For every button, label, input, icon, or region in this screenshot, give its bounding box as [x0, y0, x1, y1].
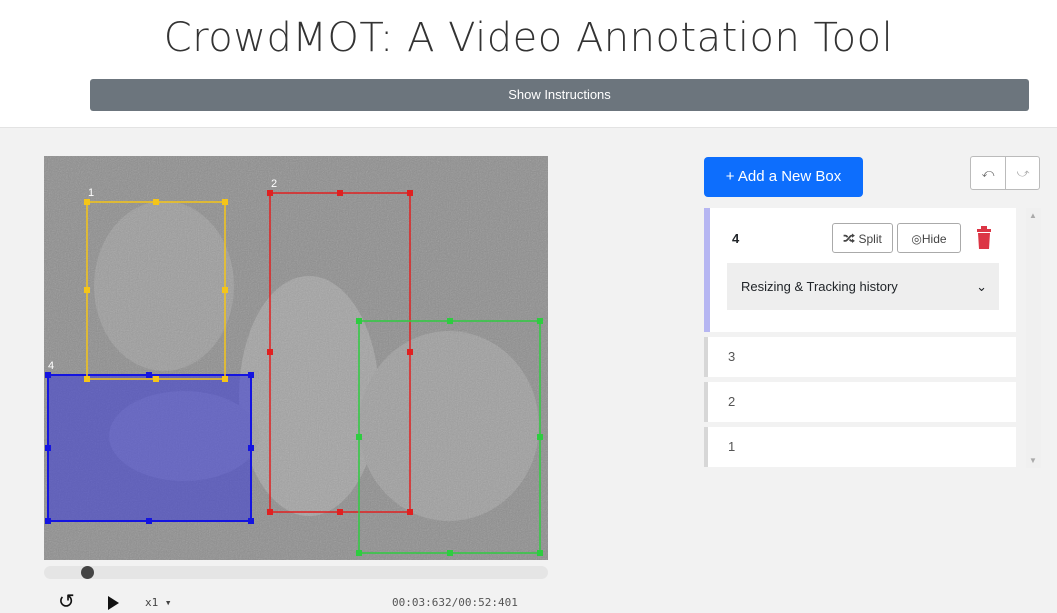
chevron-down-icon: ▾: [164, 596, 172, 609]
show-instructions-button[interactable]: Show Instructions: [90, 79, 1029, 111]
scroll-up-icon[interactable]: ▲: [1029, 211, 1037, 220]
page-title: CrowdMOT: A Video Annotation Tool: [163, 15, 894, 61]
split-label: Split: [858, 232, 882, 246]
undo-redo-group: ⤺ ⤻: [970, 156, 1040, 190]
timeline-slider[interactable]: [44, 566, 548, 579]
box-card-id: 2: [728, 394, 736, 409]
history-label: Resizing & Tracking history: [741, 279, 898, 294]
box-card-4[interactable]: 4 🔀︎ Split ◎Hide Resizing & Tracking his…: [704, 208, 1016, 332]
eye-slash-icon: ◎: [911, 232, 922, 246]
play-icon[interactable]: [108, 596, 119, 610]
total-time: 00:52:401: [458, 596, 518, 609]
redo-icon[interactable]: ⤻: [1006, 157, 1040, 189]
replay-icon[interactable]: ↺: [58, 591, 80, 613]
hide-button[interactable]: ◎Hide: [897, 223, 961, 253]
box-card-id: 1: [728, 439, 736, 454]
box-4-label: 4: [48, 360, 54, 372]
scroll-down-icon[interactable]: ▼: [1029, 456, 1037, 465]
box-card-3[interactable]: 3: [704, 337, 1016, 377]
speed-value: x1: [145, 596, 159, 609]
video-frame: 4 1 2: [44, 156, 548, 560]
box-card-id: 3: [728, 349, 736, 364]
undo-icon[interactable]: ⤺: [971, 157, 1006, 189]
box-2-label: 2: [271, 178, 277, 190]
header: CrowdMOT: A Video Annotation Tool Show I…: [0, 0, 1057, 128]
timeline-handle[interactable]: [81, 566, 94, 579]
current-time: 00:03:632: [392, 596, 452, 609]
split-button[interactable]: 🔀︎ Split: [832, 223, 893, 253]
chevron-down-icon: ⌄: [976, 279, 987, 294]
box-card-1[interactable]: 1: [704, 427, 1016, 467]
list-scrollbar[interactable]: ▲ ▼: [1026, 208, 1041, 468]
time-display: 00:03:632/00:52:401: [392, 596, 518, 609]
hide-label: Hide: [921, 232, 947, 246]
box-card-id: 4: [732, 231, 740, 246]
bounding-box-4[interactable]: 4: [45, 360, 254, 524]
box-list: 4 🔀︎ Split ◎Hide Resizing & Tracking his…: [704, 208, 1016, 468]
history-accordion[interactable]: Resizing & Tracking history ⌄: [727, 263, 999, 310]
box-1-label: 1: [88, 187, 94, 199]
split-icon: 🔀︎: [843, 232, 856, 246]
add-new-box-button[interactable]: + Add a New Box: [704, 157, 863, 197]
video-canvas[interactable]: 4 1 2: [44, 156, 548, 560]
trash-icon[interactable]: [976, 226, 992, 250]
speed-selector[interactable]: x1 ▾: [145, 596, 172, 609]
box-card-2[interactable]: 2: [704, 382, 1016, 422]
